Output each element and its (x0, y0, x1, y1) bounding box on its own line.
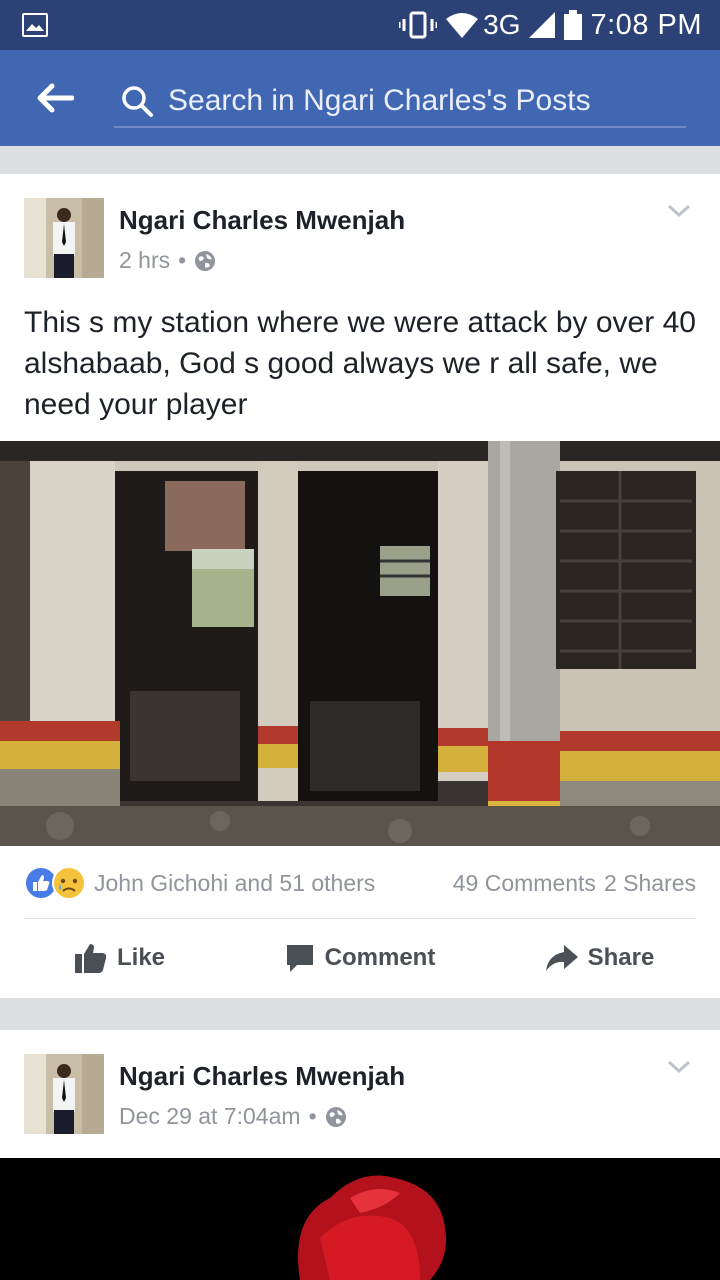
search-bar[interactable] (114, 76, 686, 128)
share-button[interactable]: Share (480, 932, 720, 984)
chevron-down-icon (667, 204, 691, 218)
back-button[interactable] (30, 76, 80, 120)
share-icon (545, 945, 578, 971)
post-photo[interactable] (0, 1158, 720, 1280)
like-label: Like (116, 944, 166, 971)
shares-count[interactable]: 2 Shares (604, 870, 696, 897)
avatar[interactable] (24, 1054, 104, 1134)
sad-reaction-icon (52, 866, 86, 900)
chevron-down-icon (667, 1060, 691, 1074)
post-meta: Dec 29 at 7:04am • (119, 1103, 347, 1130)
like-button[interactable]: Like (0, 932, 240, 984)
status-right: 3G 7:08 PM (399, 6, 702, 44)
divider (24, 918, 696, 919)
engagement-counts: 49 Comments 2 Shares (453, 870, 696, 897)
post-text: This s my station where we were attack b… (24, 306, 696, 421)
post-options-button[interactable] (662, 1052, 696, 1082)
globe-icon (195, 250, 216, 271)
battery-icon (563, 10, 582, 40)
status-bar: 3G 7:08 PM (0, 0, 720, 50)
vibrate-icon (399, 11, 438, 39)
gallery-icon (22, 13, 48, 37)
meta-separator: • (178, 247, 187, 273)
post-author[interactable]: Ngari Charles Mwenjah (119, 1061, 405, 1092)
meta-separator: • (308, 1103, 317, 1129)
post-card: Ngari Charles Mwenjah Dec 29 at 7:04am • (0, 1030, 720, 1280)
avatar[interactable] (24, 198, 104, 278)
comments-count[interactable]: 49 Comments (453, 870, 596, 897)
post-card: Ngari Charles Mwenjah 2 hrs • This s my … (0, 174, 720, 998)
comment-label: Comment (324, 944, 436, 971)
reaction-names[interactable]: John Gichohi and 51 others (94, 870, 375, 897)
search-input[interactable] (168, 84, 668, 118)
globe-icon (325, 1106, 346, 1127)
thumbs-up-icon (74, 944, 107, 973)
reaction-icons[interactable] (24, 866, 86, 900)
network-type: 3G (483, 9, 521, 40)
app-header (0, 50, 720, 146)
search-icon (122, 86, 153, 117)
post-photo[interactable] (0, 441, 720, 846)
back-arrow-icon (37, 83, 74, 113)
post-options-button[interactable] (662, 196, 696, 226)
post-actions: Like Comment Share (0, 932, 720, 984)
comment-icon (286, 945, 313, 972)
post-time[interactable]: Dec 29 at 7:04am (119, 1103, 301, 1130)
post-time[interactable]: 2 hrs (119, 247, 170, 274)
post-meta: 2 hrs • (119, 247, 216, 274)
comment-button[interactable]: Comment (240, 932, 480, 984)
clock: 7:08 PM (590, 8, 702, 41)
wifi-icon (446, 13, 479, 38)
signal-icon (528, 12, 555, 38)
post-author[interactable]: Ngari Charles Mwenjah (119, 205, 405, 236)
reactions-bar: John Gichohi and 51 others 49 Comments 2… (24, 864, 696, 902)
share-label: Share (587, 944, 655, 971)
